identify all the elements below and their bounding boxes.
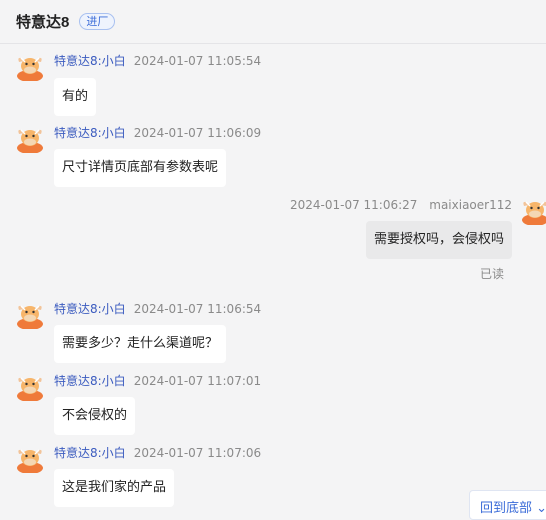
message-time: 2024-01-07 11:05:54 <box>133 54 262 68</box>
cow-avatar-icon[interactable] <box>521 197 546 225</box>
back-to-bottom-button[interactable]: 回到底部 ⌄ <box>469 490 546 520</box>
back-to-bottom-label: 回到底部 <box>480 501 533 516</box>
cow-avatar-icon[interactable] <box>16 445 44 473</box>
cow-avatar-icon[interactable] <box>16 373 44 401</box>
message-time: 2024-01-07 11:07:01 <box>133 374 262 388</box>
message-meta: 特意达8:小白 2024-01-07 11:07:06 <box>54 445 261 461</box>
sender-name[interactable]: 特意达8:小白 <box>54 374 126 388</box>
sender-name: maixiaoer112 <box>429 198 512 212</box>
message-bubble: 这是我们家的产品 <box>54 469 175 507</box>
message-time: 2024-01-07 11:06:09 <box>133 126 262 140</box>
message-bubble: 尺寸详情页底部有参数表呢 <box>54 149 227 187</box>
message-meta: 特意达8:小白 2024-01-07 11:05:54 <box>54 53 261 69</box>
read-status: 已读 <box>480 267 505 281</box>
chevron-down-icon: ⌄ <box>536 501 546 516</box>
sender-name[interactable]: 特意达8:小白 <box>54 126 126 140</box>
message-meta: 特意达8:小白 2024-01-07 11:06:09 <box>54 125 261 141</box>
status-badge: 进厂 <box>79 13 116 30</box>
message-bubble: 不会侵权的 <box>54 397 136 435</box>
message-time: 2024-01-07 11:06:54 <box>133 302 262 316</box>
cow-avatar-icon[interactable] <box>16 53 44 81</box>
sender-name[interactable]: 特意达8:小白 <box>54 54 126 68</box>
cow-avatar-icon[interactable] <box>16 301 44 329</box>
my-message-bubble: 需要授权吗，会侵权吗 <box>365 221 512 259</box>
message-time: 2024-01-07 11:07:06 <box>133 446 262 460</box>
cow-avatar-icon[interactable] <box>16 125 44 153</box>
message-meta: 特意达8:小白 2024-01-07 11:06:54 <box>54 301 261 317</box>
message-meta: 特意达8:小白 2024-01-07 11:07:01 <box>54 373 261 389</box>
message-meta: 2024-01-07 11:06:27 maixiaoer112 <box>290 197 512 213</box>
message-time: 2024-01-07 11:06:27 <box>289 198 418 212</box>
message-bubble: 有的 <box>54 78 97 116</box>
chat-title: 特意达8 <box>16 14 70 31</box>
chat-header: 特意达8 进厂 <box>0 0 546 44</box>
sender-name[interactable]: 特意达8:小白 <box>54 302 126 316</box>
message-bubble: 需要多少？走什么渠道呢？ <box>54 325 227 363</box>
sender-name[interactable]: 特意达8:小白 <box>54 446 126 460</box>
